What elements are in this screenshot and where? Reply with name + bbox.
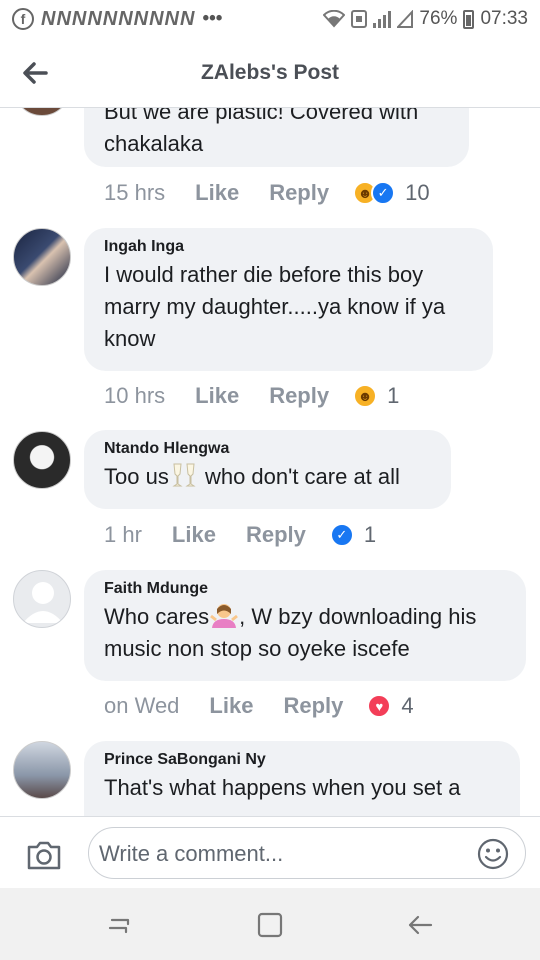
comment-input[interactable] <box>99 841 459 867</box>
clinking-glasses-icon <box>172 463 196 487</box>
like-button[interactable]: Like <box>209 693 253 719</box>
reactions-summary[interactable]: ☻ 1 <box>353 383 399 409</box>
battery-percent: 76% <box>419 8 458 29</box>
reply-button[interactable]: Reply <box>269 383 329 409</box>
comment-author[interactable]: Prince SaBongani Ny <box>104 751 500 769</box>
comment-bubble[interactable]: But we are plastic! Covered with chakala… <box>84 108 469 167</box>
comments-feed[interactable]: But we are plastic! Covered with chakala… <box>0 108 540 816</box>
back-nav-icon[interactable] <box>405 910 435 940</box>
camera-icon[interactable] <box>26 839 62 871</box>
facebook-notification-icon: f <box>12 8 34 30</box>
comment-text: Who cares, W bzy downloading his music n… <box>104 601 506 665</box>
reactions-summary[interactable]: ☻ ✓ 10 <box>353 180 430 206</box>
like-button[interactable]: Like <box>172 522 216 548</box>
clock: 07:33 <box>480 8 528 29</box>
more-notifications-icon: ••• <box>202 8 223 29</box>
like-button[interactable]: Like <box>195 383 239 409</box>
comment-author[interactable]: Ingah Inga <box>104 238 473 256</box>
recent-apps-icon[interactable] <box>104 910 134 940</box>
avatar[interactable] <box>13 108 71 116</box>
reply-button[interactable]: Reply <box>246 522 306 548</box>
comment-bubble[interactable]: Prince SaBongani Ny That's what happens … <box>84 741 520 816</box>
avatar[interactable] <box>13 228 71 286</box>
reaction-count: 1 <box>387 383 400 408</box>
emoji-picker-icon[interactable] <box>477 838 509 870</box>
comment-text: But we are plastic! Covered with chakala… <box>104 108 419 156</box>
notification-icons: NNNNNNNNNN <box>41 7 196 30</box>
comment-actions: 1 hr Like Reply ✓ 1 <box>104 522 376 548</box>
post-header: ZAlebs's Post <box>0 38 540 108</box>
like-button[interactable]: Like <box>195 180 239 206</box>
comment-text-part: Who cares <box>104 604 210 629</box>
data-saver-icon <box>351 10 368 28</box>
signal-icon <box>373 10 392 28</box>
reactions-summary[interactable]: ✓ 1 <box>329 522 377 548</box>
avatar[interactable] <box>13 741 71 799</box>
comment-bubble[interactable]: Ntando Hlengwa Too us who don't care at … <box>84 430 451 509</box>
comment-text: Too us who don't care at all <box>104 461 431 493</box>
status-bar: f NNNNNNNNNN ••• 76% 07:33 <box>0 0 540 38</box>
avatar[interactable] <box>13 570 71 628</box>
comment-text: I would rather die before this boy marry… <box>104 262 446 351</box>
reply-button[interactable]: Reply <box>283 693 343 719</box>
comment-text: That's what happens when you set a <box>104 775 461 800</box>
like-reaction-icon: ✓ <box>329 523 354 547</box>
comment-bubble[interactable]: Faith Mdunge Who cares, W bzy downloadin… <box>84 570 526 681</box>
reactions-summary[interactable]: ♥ 4 <box>367 693 414 719</box>
comment-time[interactable]: 10 hrs <box>104 383 165 409</box>
person-shrugging-icon <box>210 604 239 628</box>
battery-icon <box>463 9 475 29</box>
comment-text-part: Too us <box>104 464 169 489</box>
system-navigation-bar <box>0 888 540 960</box>
haha-reaction-icon: ☻ <box>353 384 378 408</box>
back-arrow-icon[interactable] <box>20 58 50 88</box>
comment-author[interactable]: Faith Mdunge <box>104 580 506 598</box>
default-profile-icon <box>23 582 63 623</box>
reply-button[interactable]: Reply <box>269 180 329 206</box>
comment-actions: on Wed Like Reply ♥ 4 <box>104 693 414 719</box>
comment-input-box[interactable] <box>88 827 526 879</box>
comment-actions: 15 hrs Like Reply ☻ ✓ 10 <box>104 180 430 206</box>
avatar[interactable] <box>13 431 71 489</box>
signal-triangle-icon <box>397 10 414 28</box>
like-reaction-icon: ✓ <box>371 181 396 205</box>
love-reaction-icon: ♥ <box>367 694 392 718</box>
comment-actions: 10 hrs Like Reply ☻ 1 <box>104 383 399 409</box>
comment-time[interactable]: 15 hrs <box>104 180 165 206</box>
home-icon[interactable] <box>255 910 285 940</box>
comment-bubble[interactable]: Ingah Inga I would rather die before thi… <box>84 228 493 371</box>
comment-time[interactable]: on Wed <box>104 693 179 719</box>
comment-author[interactable]: Ntando Hlengwa <box>104 440 431 458</box>
comment-composer <box>0 816 540 888</box>
page-title: ZAlebs's Post <box>200 60 340 84</box>
reaction-count: 1 <box>363 522 377 547</box>
comment-time[interactable]: 1 hr <box>104 522 142 548</box>
comment-text-part: who don't care at all <box>198 464 400 489</box>
reaction-count: 4 <box>401 693 414 718</box>
reaction-count: 10 <box>405 180 430 205</box>
wifi-icon <box>323 10 346 28</box>
